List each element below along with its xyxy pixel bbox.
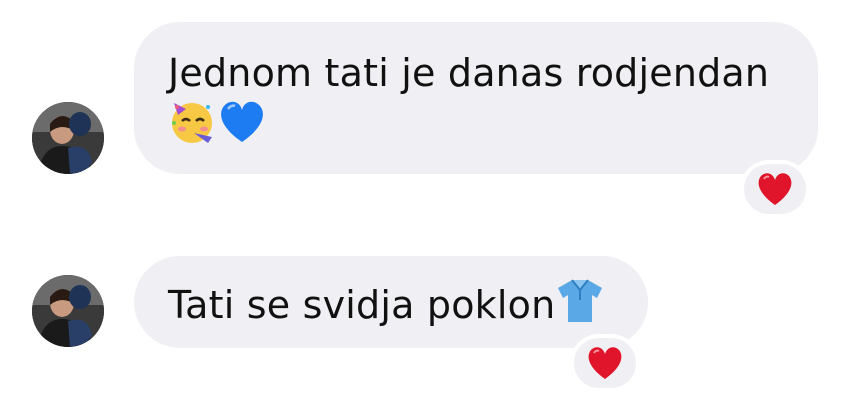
partying-face-emoji-icon: [172, 103, 212, 143]
message-bubble[interactable]: Jednom tati je danas rodjendan: [134, 22, 818, 174]
reaction-badge[interactable]: [740, 160, 810, 218]
message-text-line: Tati se svidja poklon: [168, 276, 620, 329]
message-text: Tati se svidja poklon: [168, 283, 556, 327]
avatar[interactable]: [32, 102, 104, 174]
avatar-photo-icon: [32, 275, 104, 347]
avatar-photo-icon: [32, 102, 104, 174]
red-heart-emoji-icon: [588, 347, 622, 379]
reaction-badge[interactable]: [570, 334, 640, 392]
red-heart-emoji-icon: [758, 173, 792, 205]
avatar[interactable]: [32, 275, 104, 347]
blue-heart-emoji-icon: [221, 101, 263, 142]
message-bubble[interactable]: Tati se svidja poklon: [134, 256, 648, 348]
tshirt-emoji-icon: [558, 279, 603, 322]
message-text: Jednom tati je danas rodjendan: [168, 51, 770, 95]
message-emoji-line: [168, 97, 788, 148]
